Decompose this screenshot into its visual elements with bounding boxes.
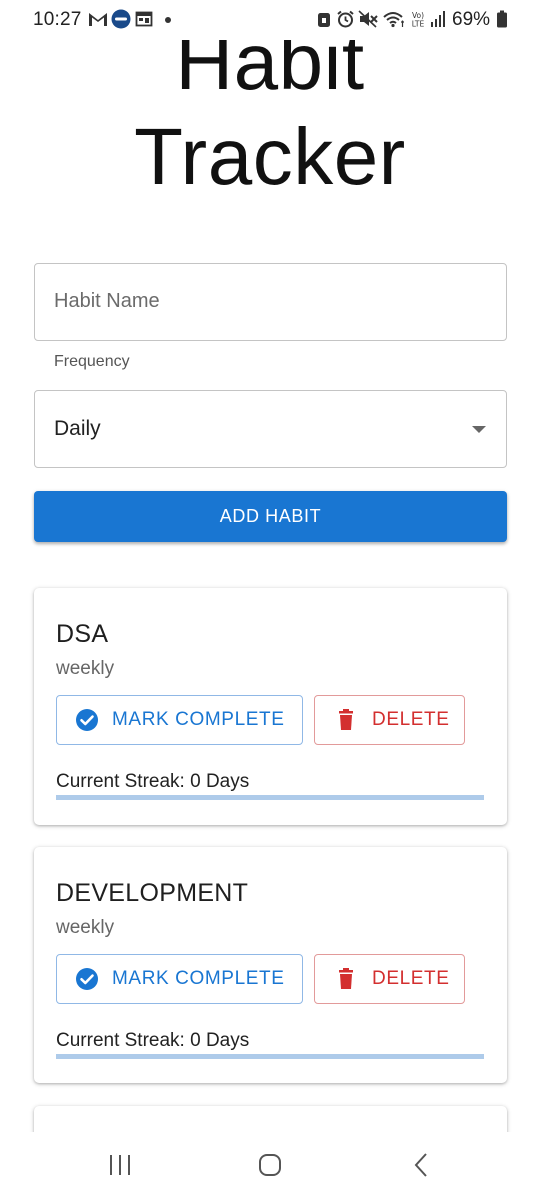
habit-card: DSA weekly MARK COMPLETE DELETE Current … (34, 588, 507, 825)
frequency-selected-value: Daily (54, 417, 101, 440)
svg-text:LTE: LTE (412, 20, 425, 29)
habit-name-input[interactable]: Habit Name (34, 263, 507, 341)
delete-label: DELETE (372, 709, 450, 730)
app-badge-icon (111, 9, 131, 29)
delete-label: DELETE (372, 968, 450, 989)
streak-progress-bar (56, 795, 484, 800)
add-habit-button[interactable]: ADD HABIT (34, 491, 507, 542)
habit-name: DSA (56, 620, 109, 648)
status-time: 10:27 (33, 9, 82, 30)
battery-icon (497, 10, 507, 28)
streak-text: Current Streak: 0 Days (56, 771, 250, 792)
home-icon[interactable] (257, 1152, 283, 1178)
trash-icon (339, 709, 353, 730)
lock-icon (318, 13, 330, 27)
mark-complete-button[interactable]: MARK COMPLETE (56, 954, 303, 1004)
mark-complete-label: MARK COMPLETE (112, 968, 285, 989)
signal-icon (431, 11, 445, 27)
trash-icon (339, 968, 353, 989)
delete-button[interactable]: DELETE (314, 954, 465, 1004)
alarm-icon (337, 10, 354, 28)
wifi-icon (383, 12, 404, 28)
back-icon[interactable] (409, 1152, 435, 1178)
mark-complete-button[interactable]: MARK COMPLETE (56, 695, 303, 745)
check-circle-icon (76, 968, 98, 990)
notification-dot (165, 17, 171, 23)
streak-progress-bar (56, 1054, 484, 1059)
page-title-line2: Tracker (134, 112, 406, 201)
caret-down-icon (472, 426, 486, 433)
delete-button[interactable]: DELETE (314, 695, 465, 745)
frequency-label: Frequency (54, 353, 130, 370)
frequency-select[interactable]: Daily (34, 390, 507, 468)
mark-complete-label: MARK COMPLETE (112, 709, 285, 730)
habit-name: DEVELOPMENT (56, 879, 249, 907)
habit-name-placeholder: Habit Name (54, 290, 160, 312)
battery-percent: 69% (452, 9, 491, 30)
mute-icon (358, 10, 378, 28)
gmail-icon (89, 13, 107, 26)
recent-apps-icon[interactable] (107, 1152, 133, 1178)
streak-text: Current Streak: 0 Days (56, 1030, 250, 1051)
habit-frequency: weekly (56, 658, 115, 679)
status-bar: 10:27 Vo) LTE 69% (0, 0, 540, 40)
habit-card: DEVELOPMENT weekly MARK COMPLETE DELETE … (34, 847, 507, 1083)
habit-frequency: weekly (56, 917, 115, 938)
system-nav-bar (0, 1132, 540, 1200)
calendar-icon (135, 11, 153, 27)
check-circle-icon (76, 709, 98, 731)
volte-icon: Vo) LTE (412, 11, 425, 29)
